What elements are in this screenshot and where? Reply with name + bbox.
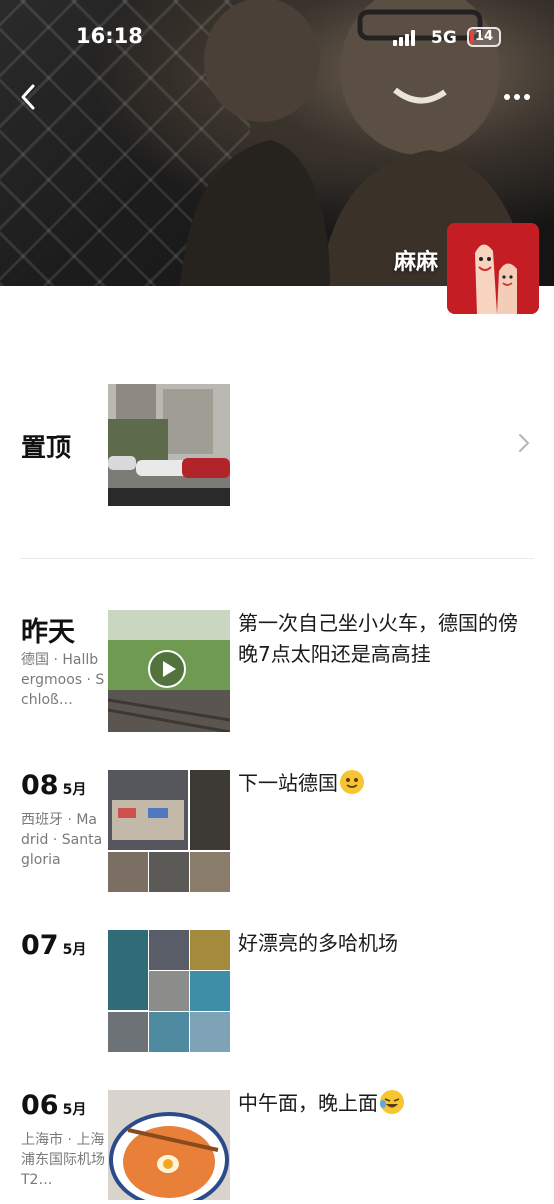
more-dots-icon	[504, 94, 530, 100]
photo-thumb[interactable]	[190, 770, 230, 850]
noodle-bowl-image	[108, 1090, 230, 1204]
avatar[interactable]	[447, 223, 539, 314]
status-bar: 16:18 5G 14	[0, 0, 554, 76]
post-month: 5月	[62, 942, 87, 958]
photo-thumb[interactable]	[149, 971, 189, 1011]
post-photo-grid[interactable]	[108, 930, 230, 1052]
signal-icon	[393, 30, 417, 46]
post-date: 昨天	[21, 610, 75, 649]
status-time: 16:18	[76, 24, 143, 48]
post-item[interactable]: 昨天 德国 · Hallbergmoos · Schloß… 第一次自己坐小火车…	[0, 610, 554, 740]
post-item[interactable]: 06 5月 上海市 · 上海浦东国际机场 T2… 中午面，晚上面	[0, 1088, 554, 1204]
post-date: 06 5月	[21, 1090, 86, 1121]
post-day: 07	[21, 930, 59, 961]
post-photo-grid[interactable]	[108, 770, 230, 892]
post-location: 西班牙 · Madrid · Santagloria	[21, 812, 103, 868]
post-day: 昨天	[21, 617, 75, 648]
post-location: 德国 · Hallbergmoos · Schloß…	[21, 652, 105, 708]
play-icon	[148, 650, 186, 688]
laughing-tears-emoji	[380, 1090, 404, 1114]
chevron-right-icon	[519, 434, 530, 452]
photo-thumb[interactable]	[190, 1012, 230, 1052]
pinned-photo[interactable]	[108, 384, 230, 506]
photo-thumb[interactable]	[149, 930, 189, 970]
shop-photo	[108, 770, 188, 850]
post-text: 下一站德国	[238, 768, 528, 799]
post-text: 中午面，晚上面	[238, 1088, 528, 1119]
photo-thumb[interactable]	[190, 852, 230, 892]
post-text-content: 中午面，晚上面	[238, 1091, 378, 1115]
photo-thumb[interactable]	[108, 770, 188, 850]
post-location: 上海市 · 上海浦东国际机场 T2…	[21, 1132, 105, 1188]
post-text-content: 下一站德国	[238, 771, 338, 795]
divider	[20, 558, 534, 559]
smiling-face-emoji	[340, 770, 364, 794]
photo-thumb[interactable]	[108, 1012, 148, 1052]
network-type: 5G	[431, 28, 457, 48]
photo-thumb[interactable]	[190, 930, 230, 970]
photo-thumb[interactable]	[108, 930, 148, 1010]
post-text: 好漂亮的多哈机场	[238, 931, 398, 955]
chevron-left-icon	[21, 84, 35, 110]
post-text: 第一次自己坐小火车，德国的傍晚7点太阳还是高高挂	[238, 611, 518, 666]
post-month: 5月	[62, 782, 87, 798]
post-month: 5月	[62, 1102, 87, 1118]
post-photo[interactable]	[108, 1090, 230, 1204]
post-item[interactable]: 07 5月 好漂亮的多哈机场	[0, 930, 554, 1054]
post-item[interactable]: 08 5月 西班牙 · Madrid · Santagloria 下一站德国	[0, 770, 554, 894]
pinned-label: 置顶	[21, 433, 72, 462]
battery-level: 14	[474, 29, 494, 44]
post-date: 08 5月	[21, 770, 86, 801]
street-parking-image	[108, 384, 230, 506]
post-day: 08	[21, 770, 59, 801]
photo-thumb[interactable]	[149, 1012, 189, 1052]
post-day: 06	[21, 1090, 59, 1121]
photo-thumb[interactable]	[108, 852, 148, 892]
post-video[interactable]	[107, 610, 231, 734]
post-date: 07 5月	[21, 930, 86, 961]
pinned-row[interactable]: 置顶	[0, 384, 554, 508]
back-button[interactable]	[14, 80, 44, 114]
photo-thumb[interactable]	[149, 852, 189, 892]
battery-icon: 14	[467, 27, 501, 47]
more-button[interactable]	[500, 86, 534, 108]
avatar-fingers-image	[447, 223, 539, 314]
owner-name: 麻麻	[393, 250, 438, 275]
photo-thumb[interactable]	[190, 971, 230, 1011]
